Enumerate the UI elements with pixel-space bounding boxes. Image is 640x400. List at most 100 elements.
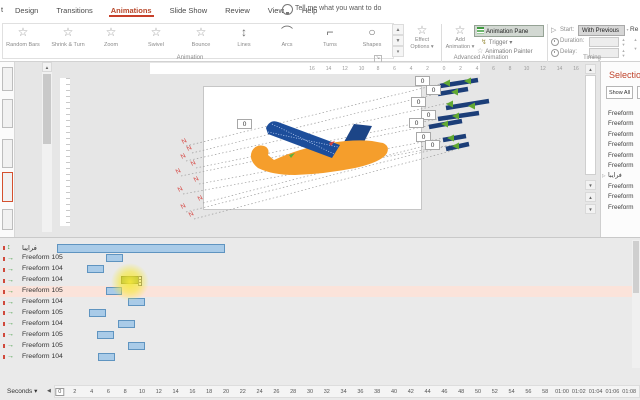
time-tick-label: 32 xyxy=(324,389,330,395)
group-timing: Timing xyxy=(583,55,601,61)
time-tick-label: 38 xyxy=(374,389,380,395)
animation-order-badge[interactable]: 0 xyxy=(426,85,441,95)
effect-random-bars[interactable]: ☆Random Bars xyxy=(2,25,44,58)
selection-item[interactable]: Freeform xyxy=(608,152,634,159)
time-tick-label: 18 xyxy=(206,389,212,395)
animation-pane-button[interactable]: Animation Pane xyxy=(474,25,544,37)
anim-row[interactable]: →Freeform 104 xyxy=(0,318,632,329)
selection-item[interactable]: Freeform xyxy=(608,204,634,211)
anim-timing-bar[interactable] xyxy=(118,320,135,328)
gallery-scroll-down-button[interactable]: ▼ xyxy=(392,35,404,46)
animation-order-badge[interactable]: 0 xyxy=(411,97,426,107)
svg-text:N: N xyxy=(193,175,201,184)
anim-timing-bar[interactable] xyxy=(57,244,225,253)
effect-shapes[interactable]: ○Shapes xyxy=(351,25,393,58)
slide-scrollbar-thumb[interactable] xyxy=(585,75,596,175)
anim-timing-bar[interactable] xyxy=(97,331,114,339)
tab-slide-show[interactable]: Slide Show xyxy=(161,1,217,18)
anim-timing-bar[interactable] xyxy=(89,309,106,317)
selection-item[interactable]: فرايبا xyxy=(608,172,622,179)
anim-row[interactable]: ↕فرايبا xyxy=(0,242,632,253)
show-all-button[interactable]: Show All xyxy=(606,86,633,99)
slide-scroll-up-icon[interactable]: ▲ xyxy=(585,64,596,74)
start-label: Start: xyxy=(560,27,574,33)
seconds-bar: Seconds ▾ ◀ 0246810121416182022242628303… xyxy=(0,384,640,399)
anim-timing-bar[interactable] xyxy=(98,353,115,361)
time-tick-label: 26 xyxy=(273,389,279,395)
animation-pane-scroll-thumb[interactable] xyxy=(633,241,639,293)
gallery-scroll-up-button[interactable]: ▲ xyxy=(392,24,404,35)
effect-swivel[interactable]: ☆Swivel xyxy=(135,25,177,58)
selection-item[interactable]: Freeform xyxy=(608,131,634,138)
tab-transitions[interactable]: Transitions xyxy=(47,1,101,18)
anim-timing-bar[interactable] xyxy=(106,254,123,262)
time-tick-label: 12 xyxy=(156,389,162,395)
move-later-button[interactable]: ▼ xyxy=(632,46,639,51)
anim-row[interactable]: →Freeform 104 xyxy=(0,275,632,286)
turns-effect-icon: ⌐ xyxy=(309,25,351,40)
shrink-turn-effect-icon: ☆ xyxy=(47,25,89,40)
time-tick-label: 46 xyxy=(441,389,447,395)
selection-item[interactable]: Freeform xyxy=(608,162,634,169)
add-animation-button[interactable]: ☆ Add Animation ▾ xyxy=(443,24,477,50)
effect-arcs[interactable]: ⌒Arcs xyxy=(266,25,308,58)
anim-row[interactable]: →Freeform 105 xyxy=(0,286,632,297)
time-tick-label: 58 xyxy=(542,389,548,395)
anim-row-label: Freeform 104 xyxy=(22,298,63,305)
seconds-dropdown[interactable]: Seconds ▾ xyxy=(7,387,37,395)
time-tick-label: 40 xyxy=(391,389,397,395)
effect-turns[interactable]: ⌐Turns xyxy=(309,25,351,58)
duration-input[interactable] xyxy=(589,37,619,47)
time-tick-label: 36 xyxy=(357,389,363,395)
time-tick-label: 20 xyxy=(223,389,229,395)
timeline-scale[interactable]: 0246810121416182022242628303234363840424… xyxy=(54,385,640,398)
animation-order-badge[interactable]: 0 xyxy=(425,140,440,150)
lines-effect-icon: ↕ xyxy=(223,25,265,40)
animation-effects-gallery: ☆Random Bars☆Shrink & Turn☆Zoom☆Swivel☆B… xyxy=(2,23,394,59)
start-dropdown[interactable]: With Previous xyxy=(578,25,625,36)
effect-zoom[interactable]: ☆Zoom xyxy=(90,25,132,58)
ribbon-tab-bar: t DesignTransitionsAnimationsSlide ShowR… xyxy=(0,0,640,22)
selection-item[interactable]: Freeform xyxy=(608,183,634,190)
timeline-scroll-left-icon[interactable]: ◀ xyxy=(47,388,51,394)
effect-options-button[interactable]: ☆ Effect Options ▾ xyxy=(405,24,439,50)
anim-row-label: فرايبا xyxy=(22,244,37,252)
animations-ribbon: ☆Random Bars☆Shrink & Turn☆Zoom☆Swivel☆B… xyxy=(0,22,640,62)
anim-row[interactable]: →Freeform 105 xyxy=(0,340,632,351)
anim-timing-bar[interactable] xyxy=(128,342,145,350)
anim-timing-bar[interactable] xyxy=(87,265,104,273)
anim-row[interactable]: →Freeform 105 xyxy=(0,307,632,318)
next-slide-button[interactable]: ▼ xyxy=(585,204,596,214)
slide-scroll-down-icon[interactable]: ▼ xyxy=(585,180,596,190)
motion-path-effect-icon: → xyxy=(7,299,14,307)
tab-design[interactable]: Design xyxy=(6,1,47,18)
tab-animations[interactable]: Animations xyxy=(102,1,161,18)
animation-painter-button[interactable]: ☆Animation Painter xyxy=(477,47,533,55)
tell-me-search[interactable]: Tell me what you want to do xyxy=(295,5,381,12)
delay-spinner[interactable]: ▲▼ xyxy=(620,48,627,58)
animation-order-badge[interactable]: 0 xyxy=(237,119,252,129)
anim-row[interactable]: →Freeform 104 xyxy=(0,264,632,275)
anim-row[interactable]: →Freeform 105 xyxy=(0,253,632,264)
move-earlier-button[interactable]: ▲ xyxy=(632,37,639,42)
selection-item[interactable]: Freeform xyxy=(608,193,634,200)
selection-item[interactable]: Freeform xyxy=(608,120,634,127)
trigger-button[interactable]: ↯Trigger ▾ xyxy=(481,38,512,46)
effect-bounce[interactable]: ☆Bounce xyxy=(180,25,222,58)
svg-text:N: N xyxy=(190,159,198,168)
tab-insert-partial[interactable]: t xyxy=(1,5,3,14)
gallery-more-button[interactable]: ▾ xyxy=(392,46,404,57)
selection-item[interactable]: Freeform xyxy=(608,141,634,148)
tab-review[interactable]: Review xyxy=(216,1,259,18)
expand-icon[interactable]: ▷ xyxy=(602,173,605,179)
time-tick-label: 01:04 xyxy=(589,389,603,395)
anim-row[interactable]: →Freeform 105 xyxy=(0,329,632,340)
effect-shrink-turn[interactable]: ☆Shrink & Turn xyxy=(47,25,89,58)
animation-order-badge[interactable]: 0 xyxy=(409,118,424,128)
selection-item[interactable]: Freeform xyxy=(608,110,634,117)
duration-spinner[interactable]: ▲▼ xyxy=(620,37,627,47)
effect-lines[interactable]: ↕Lines xyxy=(223,25,265,58)
anim-row[interactable]: →Freeform 104 xyxy=(0,351,632,362)
previous-slide-button[interactable]: ▲ xyxy=(585,192,596,202)
anim-row[interactable]: → Freeform 104 xyxy=(0,297,632,308)
